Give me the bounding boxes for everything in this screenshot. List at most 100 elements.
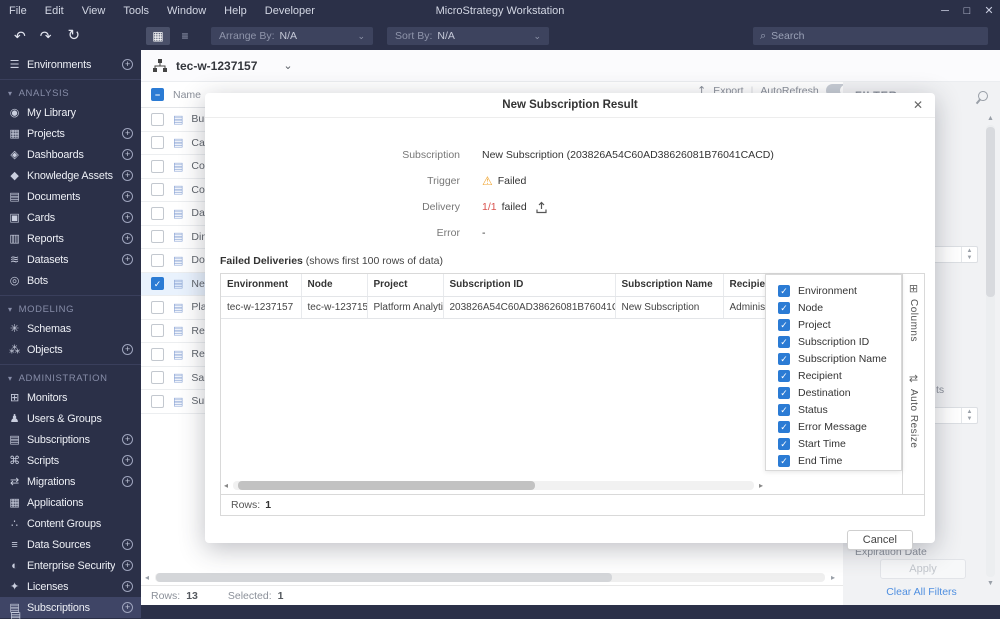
add-icon[interactable]: + bbox=[122, 455, 133, 466]
add-icon[interactable]: + bbox=[122, 581, 133, 592]
minimize-icon[interactable]: ─ bbox=[934, 0, 956, 22]
checkbox-checked[interactable] bbox=[778, 335, 790, 348]
menu-window[interactable]: Window bbox=[158, 0, 215, 22]
row-checkbox[interactable] bbox=[151, 206, 164, 220]
spinner-arrows-icon[interactable]: ▲ ▼ bbox=[961, 247, 977, 262]
sidebar-section-modeling[interactable]: ▾ MODELING bbox=[0, 300, 141, 318]
sort-by-select[interactable]: Sort By: N/A ⌄ bbox=[387, 27, 550, 45]
sidebar-item-applications[interactable]: ▦ Applications bbox=[0, 492, 141, 513]
row-checkbox[interactable] bbox=[151, 394, 164, 408]
sidebar-item-reports[interactable]: ▥ Reports + bbox=[0, 228, 141, 249]
sidebar-item-documents[interactable]: ▤ Documents + bbox=[0, 186, 141, 207]
row-checkbox[interactable] bbox=[151, 183, 164, 197]
chevron-down-icon[interactable]: ⌄ bbox=[283, 59, 292, 72]
pin-icon[interactable] bbox=[975, 88, 991, 104]
close-window-icon[interactable]: ✕ bbox=[978, 0, 1000, 22]
add-icon[interactable]: + bbox=[122, 233, 133, 244]
sidebar-item-schemas[interactable]: ✳ Schemas bbox=[0, 318, 141, 339]
column-toggle-subscription-name[interactable]: Subscription Name bbox=[778, 350, 901, 367]
tab-auto-resize[interactable]: ⇄ Auto Resize bbox=[908, 372, 919, 448]
menu-developer[interactable]: Developer bbox=[256, 0, 324, 22]
sidebar-item-enterprise-security[interactable]: ◐ Enterprise Security + bbox=[0, 555, 141, 576]
close-dialog-icon[interactable]: ✕ bbox=[913, 93, 923, 118]
add-icon[interactable]: + bbox=[122, 254, 133, 265]
sidebar-item-subscriptions[interactable]: ▤ Subscriptions + bbox=[0, 429, 141, 450]
undo-icon[interactable]: ↶ bbox=[14, 27, 26, 45]
add-icon[interactable]: + bbox=[122, 149, 133, 160]
checkbox-checked[interactable] bbox=[778, 352, 790, 365]
scroll-right-icon[interactable]: ▸ bbox=[825, 573, 835, 582]
add-icon[interactable]: + bbox=[122, 59, 133, 70]
menu-view[interactable]: View bbox=[73, 0, 115, 22]
column-header-node[interactable]: Node bbox=[301, 274, 368, 297]
menu-tools[interactable]: Tools bbox=[114, 0, 158, 22]
checkbox-checked[interactable] bbox=[778, 437, 790, 450]
select-all-checkbox[interactable] bbox=[151, 88, 164, 101]
table-horizontal-scrollbar[interactable]: ◂ ▸ bbox=[224, 481, 763, 490]
apply-button[interactable]: Apply bbox=[880, 559, 966, 579]
add-icon[interactable]: + bbox=[122, 191, 133, 202]
column-header-environment[interactable]: Environment bbox=[221, 274, 302, 297]
sidebar-item-bots[interactable]: ◎ Bots bbox=[0, 270, 141, 291]
refresh-icon[interactable]: ↻ bbox=[67, 27, 80, 45]
clear-all-filters-link[interactable]: Clear All Filters bbox=[843, 586, 1000, 598]
checkbox-checked[interactable] bbox=[778, 403, 790, 416]
tab-columns[interactable]: ⊞ Columns bbox=[908, 282, 919, 342]
export-report-icon[interactable] bbox=[535, 201, 548, 214]
menu-file[interactable]: File bbox=[0, 0, 36, 22]
checkbox-checked[interactable] bbox=[778, 454, 790, 467]
column-toggle-start-time[interactable]: Start Time bbox=[778, 435, 901, 452]
environment-name[interactable]: tec-w-1237157 bbox=[176, 59, 257, 73]
column-toggle-end-time[interactable]: End Time bbox=[778, 452, 901, 469]
add-icon[interactable]: + bbox=[122, 212, 133, 223]
column-toggle-environment[interactable]: Environment bbox=[778, 282, 901, 299]
cancel-button[interactable]: Cancel bbox=[846, 530, 913, 550]
maximize-icon[interactable]: □ bbox=[956, 0, 978, 22]
checkbox-checked[interactable] bbox=[778, 301, 790, 314]
sidebar-item-users-groups[interactable]: ♟ Users & Groups bbox=[0, 408, 141, 429]
sidebar-item-my-library[interactable]: ◉ My Library bbox=[0, 102, 141, 123]
column-toggle-node[interactable]: Node bbox=[778, 299, 901, 316]
search-input[interactable] bbox=[771, 30, 981, 42]
column-toggle-subscription-id[interactable]: Subscription ID bbox=[778, 333, 901, 350]
redo-icon[interactable]: ↷ bbox=[40, 27, 52, 45]
spinner-arrows-icon[interactable]: ▲ ▼ bbox=[961, 408, 977, 423]
add-icon[interactable]: + bbox=[122, 128, 133, 139]
row-checkbox[interactable] bbox=[151, 253, 164, 267]
column-toggle-error-message[interactable]: Error Message bbox=[778, 418, 901, 435]
filter-scrollbar[interactable]: ▲ ▼ bbox=[986, 115, 995, 587]
sidebar-item-licenses[interactable]: ✦ Licenses + bbox=[0, 576, 141, 597]
row-checkbox[interactable] bbox=[151, 324, 164, 338]
scrollbar-thumb[interactable] bbox=[156, 572, 612, 582]
sidebar-item-content-groups[interactable]: ∴ Content Groups bbox=[0, 513, 141, 534]
arrange-by-select[interactable]: Arrange By: N/A ⌄ bbox=[211, 27, 374, 45]
row-checkbox[interactable] bbox=[151, 277, 164, 291]
add-icon[interactable]: + bbox=[122, 476, 133, 487]
row-checkbox[interactable] bbox=[151, 136, 164, 150]
sidebar-item-migrations[interactable]: ⇄ Migrations + bbox=[0, 471, 141, 492]
grid-view-icon[interactable]: ▦ bbox=[146, 27, 171, 45]
scroll-left-icon[interactable]: ◂ bbox=[145, 573, 155, 582]
list-view-icon[interactable]: ≡ bbox=[173, 27, 197, 45]
column-header-subscription-id[interactable]: Subscription ID bbox=[443, 274, 616, 297]
sidebar-item-knowledge-assets[interactable]: ◆ Knowledge Assets + bbox=[0, 165, 141, 186]
column-toggle-destination[interactable]: Destination bbox=[778, 384, 901, 401]
add-icon[interactable]: + bbox=[122, 560, 133, 571]
column-toggle-project[interactable]: Project bbox=[778, 316, 901, 333]
row-checkbox[interactable] bbox=[151, 300, 164, 314]
scrollbar-thumb[interactable] bbox=[238, 481, 536, 490]
add-icon[interactable]: + bbox=[122, 602, 133, 613]
sidebar-item-objects[interactable]: ⁂ Objects + bbox=[0, 339, 141, 360]
menu-help[interactable]: Help bbox=[215, 0, 256, 22]
row-checkbox[interactable] bbox=[151, 112, 164, 126]
sidebar-item-monitors[interactable]: ⊞ Monitors bbox=[0, 387, 141, 408]
checkbox-checked[interactable] bbox=[778, 284, 790, 297]
row-checkbox[interactable] bbox=[151, 159, 164, 173]
add-icon[interactable]: + bbox=[122, 344, 133, 355]
sidebar-item-data-sources[interactable]: ≡ Data Sources + bbox=[0, 534, 141, 555]
checkbox-checked[interactable] bbox=[778, 420, 790, 433]
sidebar-item-environments[interactable]: ☰ Environments + bbox=[0, 54, 141, 75]
sidebar-item-datasets[interactable]: ≋ Datasets + bbox=[0, 249, 141, 270]
row-checkbox[interactable] bbox=[151, 371, 164, 385]
column-header-project[interactable]: Project bbox=[367, 274, 444, 297]
